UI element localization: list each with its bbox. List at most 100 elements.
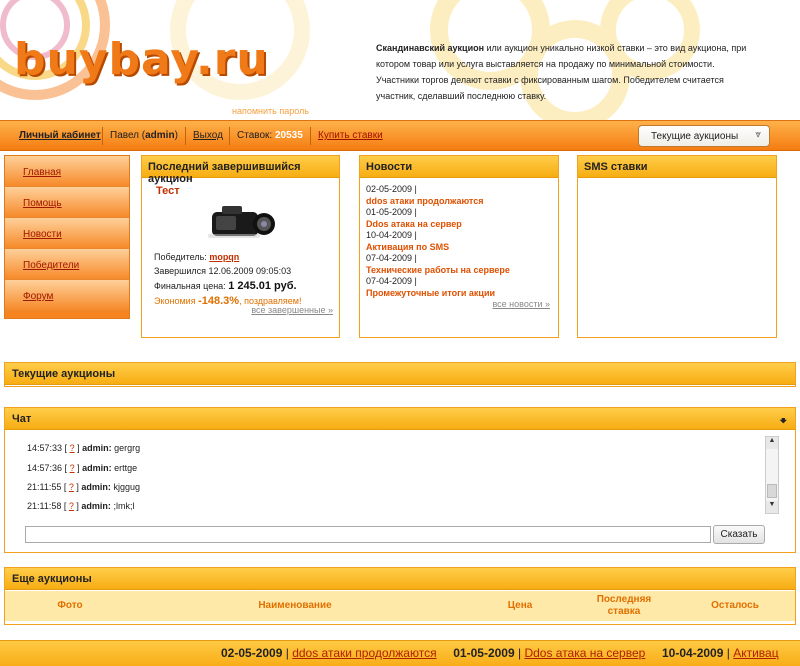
bids-label: Ставок: <box>237 130 273 141</box>
chat-help-link[interactable]: ? <box>69 482 74 492</box>
chat-time: 14:57:36 <box>27 463 63 473</box>
chat-text: ;lmk;l <box>113 501 135 511</box>
ticker-date: 01-05-2009 <box>453 646 515 660</box>
winner-line: Победитель: mopqn <box>154 252 239 262</box>
ticker-news-link[interactable]: Ddos атака на сервер <box>524 646 645 660</box>
news-date: 10-04-2009 | <box>366 230 417 240</box>
news-item[interactable]: 02-05-2009 | ddos атаки продолжаются <box>366 183 483 207</box>
auctions-table-header: Фото Наименование Цена Последняя ставка … <box>5 591 795 621</box>
chevron-down-icon: ⩔ <box>755 129 761 140</box>
ticker-date: 02-05-2009 <box>221 646 283 660</box>
column-price: Цена <box>507 600 533 611</box>
chat-send-button[interactable]: Сказать <box>713 525 765 544</box>
news-item[interactable]: 07-04-2009 | Технические работы на сервер… <box>366 252 510 276</box>
camcorder-image[interactable] <box>206 200 278 244</box>
chat-time: 14:57:33 <box>27 443 63 453</box>
chat-message: 21:11:55 [ ? ] admin: kjggug <box>27 482 140 492</box>
chat-message: 14:57:33 [ ? ] admin: gergrg <box>27 443 141 453</box>
site-header: buybay.ru напомнить пароль Скандинавский… <box>0 0 800 120</box>
final-price-label: Финальная цена: <box>154 281 226 291</box>
news-title[interactable]: Промежуточные итоги акции <box>366 287 495 299</box>
section-header: Чат 🠻 <box>5 408 795 430</box>
current-auctions-section: Текущие аукционы <box>4 362 796 387</box>
news-item[interactable]: 01-05-2009 | Ddos атака на сервер <box>366 206 462 230</box>
chat-user: admin: <box>82 443 112 453</box>
news-date: 07-04-2009 | <box>366 276 417 286</box>
chat-help-link[interactable]: ? <box>70 463 75 473</box>
final-price: 1 245.01 руб. <box>228 280 297 292</box>
finished-date: Завершился 12.06.2009 09:05:03 <box>154 266 292 276</box>
scroll-up-icon[interactable]: ▲ <box>766 437 778 449</box>
sidebar-item-home[interactable]: Главная <box>5 156 129 187</box>
chat-text: gergrg <box>114 443 141 453</box>
select-value: Текущие аукционы <box>651 131 739 142</box>
scroll-down-icon[interactable]: ▼ <box>766 501 778 513</box>
chat-section: Чат 🠻 14:57:33 [ ? ] admin: gergrg 14:57:… <box>4 407 796 553</box>
divider <box>102 127 103 145</box>
chat-text: erttge <box>114 463 138 473</box>
buy-bids-link[interactable]: Купить ставки <box>318 130 383 141</box>
economy-label: Экономия <box>154 296 196 306</box>
column-last-bid: Последняя ставка <box>596 594 652 617</box>
more-auctions-section: Еще аукционы Фото Наименование Цена Посл… <box>4 567 796 625</box>
chat-text: kjggug <box>113 482 140 492</box>
sidebar-item-forum[interactable]: Форум <box>5 280 129 311</box>
chat-scrollbar[interactable]: ▲ ▼ <box>765 436 779 514</box>
sidebar-item-winners[interactable]: Победители <box>5 249 129 280</box>
news-date: 01-05-2009 | <box>366 207 417 217</box>
ticker-content: 02-05-2009 | ddos атаки продолжаются 01-… <box>221 646 779 660</box>
chat-message-input[interactable] <box>25 526 711 543</box>
personal-cabinet-link[interactable]: Личный кабинет <box>19 130 101 141</box>
ticker-news-link[interactable]: Активац <box>733 646 778 660</box>
news-item[interactable]: 07-04-2009 | Промежуточные итоги акции <box>366 275 495 299</box>
news-date: 02-05-2009 | <box>366 184 417 194</box>
column-photo: Фото <box>57 600 83 611</box>
news-item[interactable]: 10-04-2009 | Активация по SMS <box>366 229 449 253</box>
scroll-thumb[interactable] <box>767 484 777 498</box>
sms-bids-panel: SMS ставки <box>577 155 777 338</box>
sidebar-item-label: Новости <box>23 229 62 240</box>
desc-bold: Скандинавский аукцион <box>376 43 485 53</box>
winner-link[interactable]: mopqn <box>209 252 239 262</box>
logout-link[interactable]: Выход <box>193 130 223 141</box>
logo-text: buybay.ru <box>14 34 269 85</box>
chat-message: 21:11:58 [ ? ] admin: ;lmk;l <box>27 501 135 511</box>
divider <box>310 127 311 145</box>
sidebar-item-label: Помощь <box>23 198 62 209</box>
section-header: Еще аукционы <box>5 568 795 590</box>
user-toolbar: Личный кабинет Павел (admin) Выход Ставо… <box>0 120 800 151</box>
sidebar-item-label: Главная <box>23 167 62 178</box>
ticker-news-link[interactable]: ddos атаки продолжаются <box>292 646 436 660</box>
auction-type-select[interactable]: Текущие аукционы ⩔ <box>638 125 770 147</box>
sidebar-menu: Главная Помощь Новости Победители Форум <box>4 155 130 319</box>
chat-message: 14:57:36 [ ? ] admin: erttge <box>27 463 138 473</box>
chat-help-link[interactable]: ? <box>69 501 74 511</box>
column-time-left: Осталось <box>711 600 759 611</box>
chat-user: admin: <box>82 463 112 473</box>
column-name: Наименование <box>258 600 332 611</box>
sidebar-item-help[interactable]: Помощь <box>5 187 129 218</box>
divider <box>229 127 230 145</box>
bids-balance: Ставок: 20535 <box>237 130 303 141</box>
final-price-line: Финальная цена: 1 245.01 руб. <box>154 280 297 292</box>
chat-title: Чат <box>12 413 32 425</box>
auction-title[interactable]: Тест <box>156 185 180 197</box>
arrow-down-icon[interactable]: 🠻 <box>780 412 787 433</box>
all-news-link[interactable]: все новости » <box>492 299 550 309</box>
chat-time: 21:11:55 <box>27 482 62 492</box>
chat-user: admin: <box>81 482 111 492</box>
chat-time: 21:11:58 <box>27 501 62 511</box>
chat-user: admin: <box>81 501 111 511</box>
chat-help-link[interactable]: ? <box>70 443 75 453</box>
bids-count: 20535 <box>274 130 303 141</box>
site-logo[interactable]: buybay.ru <box>14 34 269 85</box>
all-finished-link[interactable]: все завершенные » <box>251 305 333 315</box>
section-header: Текущие аукционы <box>5 363 795 385</box>
economy-value: -148.3% <box>198 295 240 307</box>
remind-password-link[interactable]: напомнить пароль <box>232 106 309 116</box>
sidebar-item-label: Форум <box>23 291 54 302</box>
panel-header: SMS ставки <box>578 156 776 178</box>
panel-header: Новости <box>360 156 558 178</box>
panel-header: Последний завершившийся аукцион <box>142 156 339 185</box>
sidebar-item-news[interactable]: Новости <box>5 218 129 249</box>
